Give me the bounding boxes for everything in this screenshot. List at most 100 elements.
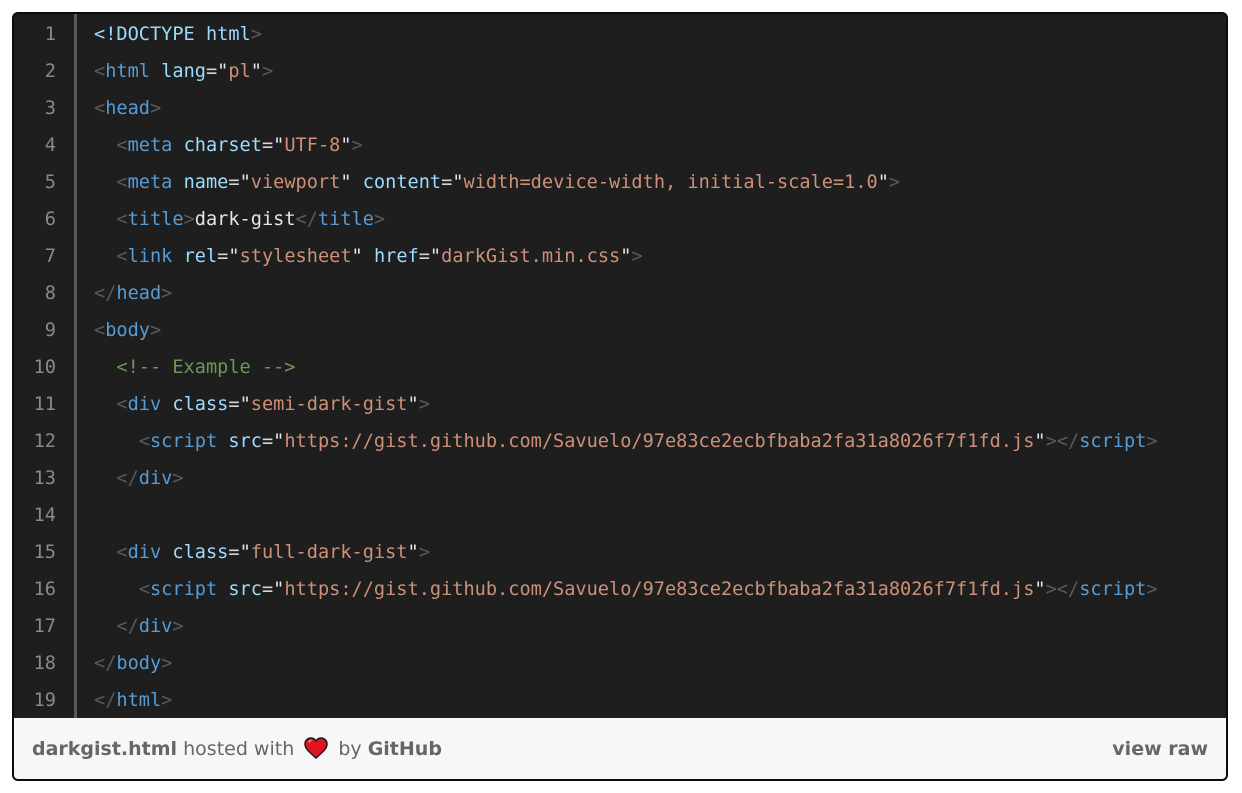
line-number[interactable]: 10	[14, 349, 56, 386]
token-quote: "	[239, 172, 251, 193]
token-equals: =	[217, 246, 229, 267]
line-number[interactable]: 6	[14, 201, 56, 238]
code-line: 7 <link rel="stylesheet" href="darkGist.…	[14, 238, 1226, 275]
token-equals: =	[261, 135, 274, 156]
line-source: <script src="https://gist.github.com/Sav…	[94, 423, 1158, 460]
view-raw-link[interactable]: view raw	[1112, 718, 1208, 779]
line-number[interactable]: 14	[14, 497, 56, 534]
token-string-value: https://gist.github.com/Savuelo/97e83ce2…	[284, 431, 1035, 452]
token-equals: =	[228, 394, 240, 415]
token-bracket: </	[116, 468, 139, 489]
token-bracket: </	[94, 283, 117, 304]
token-bracket: >	[161, 690, 173, 711]
token-tag-name: div	[127, 394, 162, 415]
line-number[interactable]: 13	[14, 460, 56, 497]
line-source: <!-- Example -->	[94, 349, 295, 386]
token-equals: =	[418, 246, 430, 267]
code-line: 8 </head>	[14, 275, 1226, 312]
line-number[interactable]: 18	[14, 645, 56, 682]
token-bracket: >	[631, 246, 643, 267]
token-quote: "	[351, 246, 363, 267]
gist-footer: darkgist.html hosted with by GitHub view…	[14, 718, 1226, 779]
token-quote: "	[407, 394, 419, 415]
line-number[interactable]: 3	[14, 90, 56, 127]
code-line: 10 <!-- Example -->	[14, 349, 1226, 386]
line-number[interactable]: 9	[14, 312, 56, 349]
token-bracket: <	[116, 209, 128, 230]
token-tag-name: script	[149, 431, 218, 452]
token-attribute-name: content	[362, 172, 442, 193]
token-bracket: >	[161, 653, 173, 674]
line-number[interactable]: 11	[14, 386, 56, 423]
token-tag-name: link	[127, 246, 173, 267]
token-bracket: >	[1146, 431, 1158, 452]
file-link[interactable]: darkgist.html	[32, 738, 177, 760]
token-bracket: <	[116, 542, 128, 563]
token-tag-name: script	[1079, 579, 1147, 600]
code-line: 14	[14, 497, 1226, 534]
token-bracket: >	[351, 135, 363, 156]
token-tag-name: head	[116, 283, 162, 304]
token-bracket: >	[250, 24, 262, 45]
line-number[interactable]: 1	[14, 16, 56, 53]
line-source: <meta name="viewport" content="width=dev…	[94, 164, 900, 201]
github-link[interactable]: GitHub	[368, 738, 442, 760]
token-bracket: <	[94, 61, 106, 82]
token-text: dark-gist	[194, 209, 296, 230]
line-number[interactable]: 8	[14, 275, 56, 312]
line-source: <div class="semi-dark-gist">	[94, 386, 430, 423]
token-bracket: <	[116, 172, 128, 193]
token-attribute-name: lang	[161, 61, 206, 82]
token-bracket: </	[94, 690, 117, 711]
line-source: </div>	[94, 608, 184, 645]
token-attribute-name: charset	[183, 135, 262, 156]
token-attribute-name: src	[228, 579, 262, 600]
token-quote: "	[217, 61, 229, 82]
line-number[interactable]: 12	[14, 423, 56, 460]
token-quote: "	[250, 61, 262, 82]
code-line: 18 </body>	[14, 645, 1226, 682]
code-line: 3 <head>	[14, 90, 1226, 127]
line-number[interactable]: 16	[14, 571, 56, 608]
gist-meta: darkgist.html hosted with by GitHub	[32, 718, 442, 779]
code-line: 2 <html lang="pl">	[14, 53, 1226, 90]
line-number[interactable]: 19	[14, 682, 56, 719]
token-tag-name: html	[116, 690, 162, 711]
line-source: </body>	[94, 645, 172, 682]
token-bracket: >	[172, 616, 184, 637]
code-line: 17 </div>	[14, 608, 1226, 645]
line-source: <meta charset="UTF-8">	[94, 127, 363, 164]
token-tag-name: div	[138, 616, 173, 637]
line-number[interactable]: 15	[14, 534, 56, 571]
line-number[interactable]: 2	[14, 53, 56, 90]
line-number[interactable]: 5	[14, 164, 56, 201]
token-string-value: semi-dark-gist	[250, 394, 408, 415]
token-tag-name: body	[105, 320, 150, 341]
by-text: by	[338, 738, 362, 760]
token-bracket: <	[116, 246, 128, 267]
token-quote: "	[452, 172, 464, 193]
token-bracket: <	[116, 135, 128, 156]
token-attribute-name: class	[172, 394, 229, 415]
token-equals: =	[261, 579, 274, 600]
line-number[interactable]: 17	[14, 608, 56, 645]
token-doctype: <!DOCTYPE html	[94, 24, 251, 45]
token-attribute-name: rel	[183, 246, 218, 267]
token-bracket: <	[94, 320, 106, 341]
token-tag-name: script	[1079, 431, 1147, 452]
line-number[interactable]: 7	[14, 238, 56, 275]
code-line: 9 <body>	[14, 312, 1226, 349]
token-string-value: full-dark-gist	[250, 542, 408, 563]
token-tag-name: div	[138, 468, 173, 489]
token-tag-name: meta	[127, 135, 173, 156]
line-number[interactable]: 4	[14, 127, 56, 164]
